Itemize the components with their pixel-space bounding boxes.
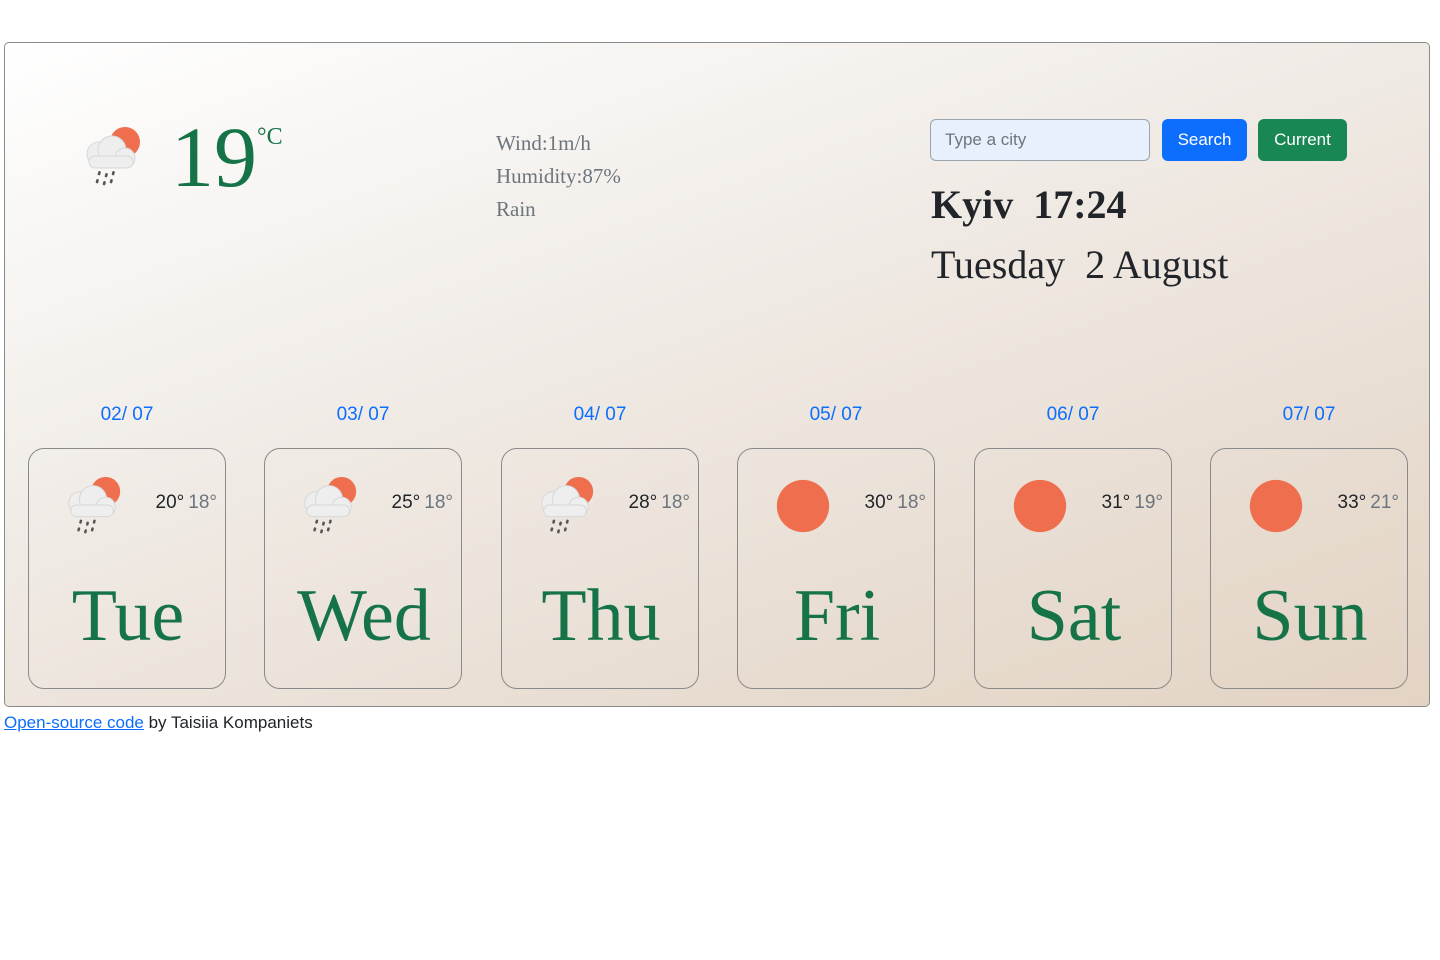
forecast-max-temp: 28° [628,492,658,513]
sun-icon [1009,475,1071,537]
forecast-date: 03/ 07 [336,404,390,425]
description-text: Rain [496,197,536,221]
forecast-min-temp: 21° [1370,492,1399,513]
forecast-date: 02/ 07 [100,404,154,425]
rain-cloud-sun-icon [536,475,598,537]
forecast-card: 20° 18° Tue [28,448,226,689]
forecast-day: Sat [1026,575,1122,657]
rain-cloud-sun-icon [81,125,145,189]
rain-cloud-sun-icon [299,475,361,537]
forecast-max-temp: 25° [391,492,421,513]
current-temperature: 19 [171,109,257,205]
forecast-card: 33° 21° Sun [1210,448,1408,689]
forecast-card: 28° 18° Thu [501,448,699,689]
forecast-temperatures: 20° 18° [156,491,217,515]
forecast-min-temp: 18° [897,492,926,513]
forecast-card: 30° 18° Fri [737,448,935,689]
search-button[interactable]: Search [1162,119,1247,161]
forecast-card: 31° 19° Sat [974,448,1172,689]
forecast-day: Sun [1252,575,1368,657]
city-search-input[interactable] [930,119,1150,161]
sun-icon [1245,475,1307,537]
forecast-day: Fri [793,575,881,657]
forecast-day: Tue [71,575,185,657]
weather-details: Wind:1m/h Humidity:87% Rain [496,127,621,226]
forecast-min-temp: 18° [661,492,690,513]
forecast-temperatures: 25° 18° [392,491,453,515]
forecast-max-temp: 20° [155,492,185,513]
forecast-max-temp: 30° [864,492,894,513]
forecast-max-temp: 31° [1101,492,1131,513]
footer-byline: by Taisiia Kompaniets [143,713,313,732]
forecast-temperatures: 28° 18° [629,491,690,515]
forecast-date: 06/ 07 [1046,404,1100,425]
forecast-day: Thu [541,575,661,657]
forecast-date: 07/ 07 [1282,404,1336,425]
forecast-temperatures: 30° 18° [865,491,926,515]
forecast-temperatures: 33° 21° [1338,491,1399,515]
humidity-text: Humidity:87% [496,164,621,188]
open-source-code-link[interactable]: Open-source code [4,713,144,732]
forecast-day: Wed [297,575,431,657]
wind-text: Wind:1m/h [496,131,591,155]
footer: Open-source code by Taisiia Kompaniets [4,712,313,734]
current-location-button[interactable]: Current [1258,119,1347,161]
forecast-date: 04/ 07 [573,404,627,425]
city-and-time: Kyiv 17:24 [931,182,1127,227]
current-date: Tuesday 2 August [931,242,1229,287]
temperature-unit[interactable]: °C [257,123,283,151]
forecast-min-temp: 18° [188,492,217,513]
forecast-min-temp: 19° [1134,492,1163,513]
rain-cloud-sun-icon [63,475,125,537]
sun-icon [772,475,834,537]
forecast-temperatures: 31° 19° [1102,491,1163,515]
weather-app-card: 19 °C Wind:1m/h Humidity:87% Rain Search… [4,42,1430,707]
forecast-max-temp: 33° [1337,492,1367,513]
forecast-card: 25° 18° Wed [264,448,462,689]
forecast-date: 05/ 07 [809,404,863,425]
forecast-min-temp: 18° [424,492,453,513]
